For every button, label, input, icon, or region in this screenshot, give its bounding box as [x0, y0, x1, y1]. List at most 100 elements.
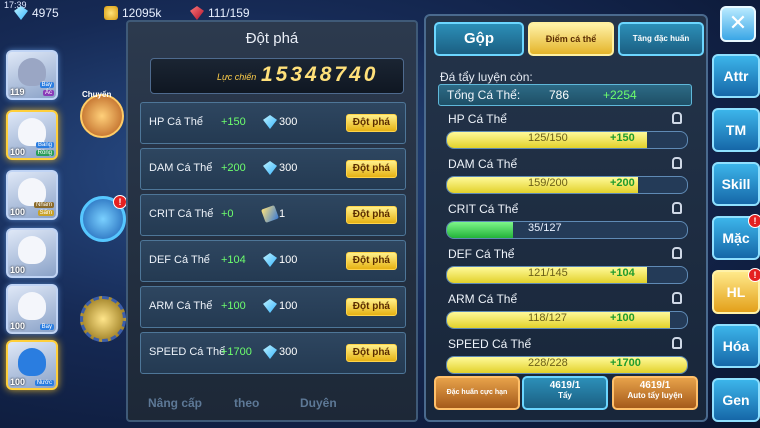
roster-slot[interactable]: Nước 100 — [6, 340, 58, 390]
lock-icon[interactable] — [672, 202, 682, 214]
cost-amount: 100 — [279, 254, 298, 266]
auto-wash-label: Auto tẩy luyện — [627, 391, 683, 400]
stat-name: DEF Cá Thể — [149, 254, 210, 266]
wash-button[interactable]: 4619/1 Tẩy — [522, 376, 608, 410]
alert-badge: ! — [748, 268, 760, 282]
nav-wear-label: Mặc — [722, 230, 750, 246]
nav-transform[interactable]: Hóa — [712, 324, 760, 368]
type-tag: Bay — [39, 82, 54, 88]
stat-name: DAM Cá Thể — [149, 162, 213, 174]
monster-portrait — [18, 348, 46, 376]
breakthrough-button[interactable]: Đột phá — [345, 114, 397, 132]
tab-special-training[interactable]: Tăng đặc huấn — [618, 22, 704, 56]
stat-bonus: +150 — [221, 116, 246, 128]
lock-icon[interactable]: ! — [80, 195, 127, 242]
gold-amount: 12095k — [122, 6, 162, 20]
stat-progress-row: DAM Cá Thể 159/200 +200 — [438, 157, 692, 199]
stat-name: HP Cá Thể — [448, 112, 507, 126]
list-item: SPEED Cá Thể +1700 300 Đột phá — [140, 332, 406, 374]
stat-progress-row: SPEED Cá Thể 228/228 +1700 — [438, 337, 692, 379]
roster-slot[interactable]: 100 — [6, 228, 58, 278]
ruby-icon — [190, 6, 204, 20]
extreme-training-label: Đặc huấn cực hạn — [446, 389, 508, 396]
nav-gen[interactable]: Gen — [712, 378, 760, 422]
breakthrough-button[interactable]: Đột phá — [345, 252, 397, 270]
progress-text: 159/200 — [528, 177, 568, 189]
roster-slot[interactable]: Nham Sấm 100 — [6, 170, 58, 220]
lock-icon[interactable] — [672, 112, 682, 124]
monster-level: 100 — [10, 265, 26, 275]
monster-level: 119 — [10, 87, 25, 97]
progress-text: 121/145 — [528, 267, 568, 279]
egg-icon[interactable]: Chuyến — [80, 90, 124, 138]
tab-points[interactable]: Điểm cá thể — [528, 22, 614, 56]
monster-level: 100 — [10, 321, 26, 331]
gem-counter: 4975 — [14, 5, 59, 21]
auto-wash-count: 4619/1 — [639, 380, 671, 391]
monster-level: 100 — [10, 377, 26, 387]
progress-text: 35/127 — [528, 222, 562, 234]
nav-wear[interactable]: Mặc ! — [712, 214, 760, 260]
stat-progress-row: DEF Cá Thể 121/145 +104 — [438, 247, 692, 289]
nav-skill[interactable]: Skill — [712, 162, 760, 206]
roster-slot[interactable]: Băng Rồng 100 — [6, 110, 58, 160]
bottom-tabs: Nâng cấp theo Duyên — [128, 392, 416, 416]
stat-name: CRIT Cá Thể — [149, 208, 214, 220]
stat-name: SPEED Cá Thể — [149, 346, 226, 358]
stat-name: CRIT Cá Thể — [448, 202, 519, 216]
progress-bonus: +100 — [610, 312, 635, 324]
gear-icon[interactable] — [80, 296, 126, 342]
monster-level: 100 — [10, 207, 26, 217]
scroll-icon — [261, 205, 279, 223]
monster-roster: Bay Ác 119 Băng Rồng 100 Nham Sấm 100 10… — [0, 44, 62, 428]
auto-wash-button[interactable]: 4619/1 Auto tẩy luyện — [612, 376, 698, 410]
monster-level: 100 — [10, 147, 26, 157]
stat-name: DAM Cá Thể — [448, 157, 518, 171]
breakthrough-button[interactable]: Đột phá — [345, 160, 397, 178]
type-tag: Nham — [33, 202, 54, 208]
stat-name: HP Cá Thể — [149, 116, 204, 128]
breakthrough-button[interactable]: Đột phá — [345, 298, 397, 316]
lock-icon[interactable] — [672, 247, 682, 259]
combat-power-box: Lực chiến 15348740 — [150, 58, 404, 94]
lock-icon[interactable] — [672, 157, 682, 169]
wash-count: 4619/1 — [549, 380, 581, 391]
total-label: Tổng Cá Thể: — [447, 88, 521, 102]
roster-slot[interactable]: Bay 100 — [6, 284, 58, 334]
stat-progress-row: ARM Cá Thể 118/127 +100 — [438, 292, 692, 334]
breakthrough-button[interactable]: Đột phá — [345, 344, 397, 362]
side-nav: ✕ Attr TM Skill Mặc ! HL ! Hóa Gen — [710, 0, 760, 428]
diamond-icon — [14, 6, 28, 20]
nav-hl[interactable]: HL ! — [712, 268, 760, 314]
power-label: Lực chiến — [217, 72, 257, 82]
tab-merge[interactable]: Gộp — [434, 22, 524, 56]
nav-attr[interactable]: Attr — [712, 54, 760, 98]
extreme-training-button[interactable]: Đặc huấn cực hạn — [434, 376, 520, 410]
list-item: DAM Cá Thể +200 300 Đột phá — [140, 148, 406, 190]
breakthrough-button[interactable]: Đột phá — [345, 206, 397, 224]
ruby-amount: 111/159 — [208, 6, 250, 20]
tab-upgrade[interactable]: Nâng cấp — [148, 396, 202, 410]
lock-icon[interactable] — [672, 292, 682, 304]
lock-icon[interactable] — [672, 337, 682, 349]
progress-text: 118/127 — [528, 312, 567, 324]
panel-title: Đột phá — [245, 30, 299, 47]
progress-text: 125/150 — [528, 132, 568, 144]
progress-bar — [446, 311, 688, 329]
stat-progress-row: HP Cá Thể 125/150 +150 — [438, 112, 692, 154]
nav-tm[interactable]: TM — [712, 108, 760, 152]
roster-slot[interactable]: Bay Ác 119 — [6, 50, 58, 100]
alert-badge: ! — [748, 214, 760, 228]
tab-bond[interactable]: Duyên — [300, 396, 337, 410]
tab-follow[interactable]: theo — [234, 396, 259, 410]
list-item: HP Cá Thể +150 300 Đột phá — [140, 102, 406, 144]
stat-name: SPEED Cá Thể — [448, 337, 532, 351]
stat-progress-row: CRIT Cá Thể 35/127 — [438, 202, 692, 244]
progress-text: 228/228 — [528, 357, 568, 369]
breakthrough-panel: Đột phá Lực chiến 15348740 HP Cá Thể +15… — [126, 20, 418, 422]
type-tag: Rồng — [35, 150, 54, 156]
progress-bar — [446, 221, 688, 239]
remaining-stones-label: Đá tẩy luyện còn: — [440, 70, 533, 84]
cost-amount: 100 — [279, 300, 298, 312]
close-button[interactable]: ✕ — [720, 6, 756, 42]
